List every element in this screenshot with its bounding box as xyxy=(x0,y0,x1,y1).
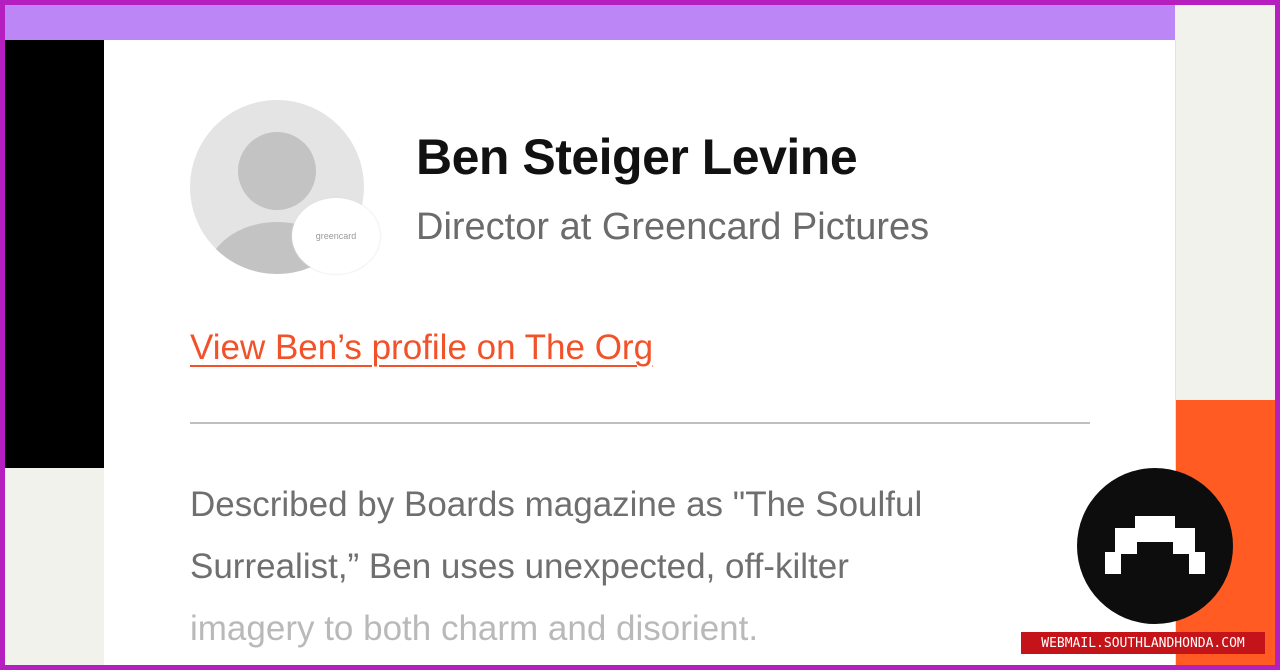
view-profile-link[interactable]: View Ben’s profile on The Org xyxy=(190,328,653,368)
watermark-label: WEBMAIL.SOUTHLANDHONDA.COM xyxy=(1021,632,1265,654)
company-badge-text: greencard xyxy=(315,231,357,241)
the-org-logo-icon[interactable] xyxy=(1077,468,1233,624)
avatar-placeholder-head xyxy=(238,132,316,210)
profile-card: greencard Ben Steiger Levine Director at… xyxy=(104,40,1175,670)
bio-line: imagery to both charm and disorient. xyxy=(190,609,759,648)
bio-line: Described by Boards magazine as "The Sou… xyxy=(190,485,923,524)
person-title: Director at Greencard Pictures xyxy=(416,206,930,248)
bio-line: Surrealist,” Ben uses unexpected, off-ki… xyxy=(190,547,849,586)
bio-text: Described by Boards magazine as "The Sou… xyxy=(190,474,1090,660)
divider xyxy=(190,422,1090,424)
left-decor-block xyxy=(0,40,104,468)
top-accent-bar xyxy=(0,0,1175,40)
company-logo-badge: greencard xyxy=(292,198,380,274)
person-name: Ben Steiger Levine xyxy=(416,129,858,185)
